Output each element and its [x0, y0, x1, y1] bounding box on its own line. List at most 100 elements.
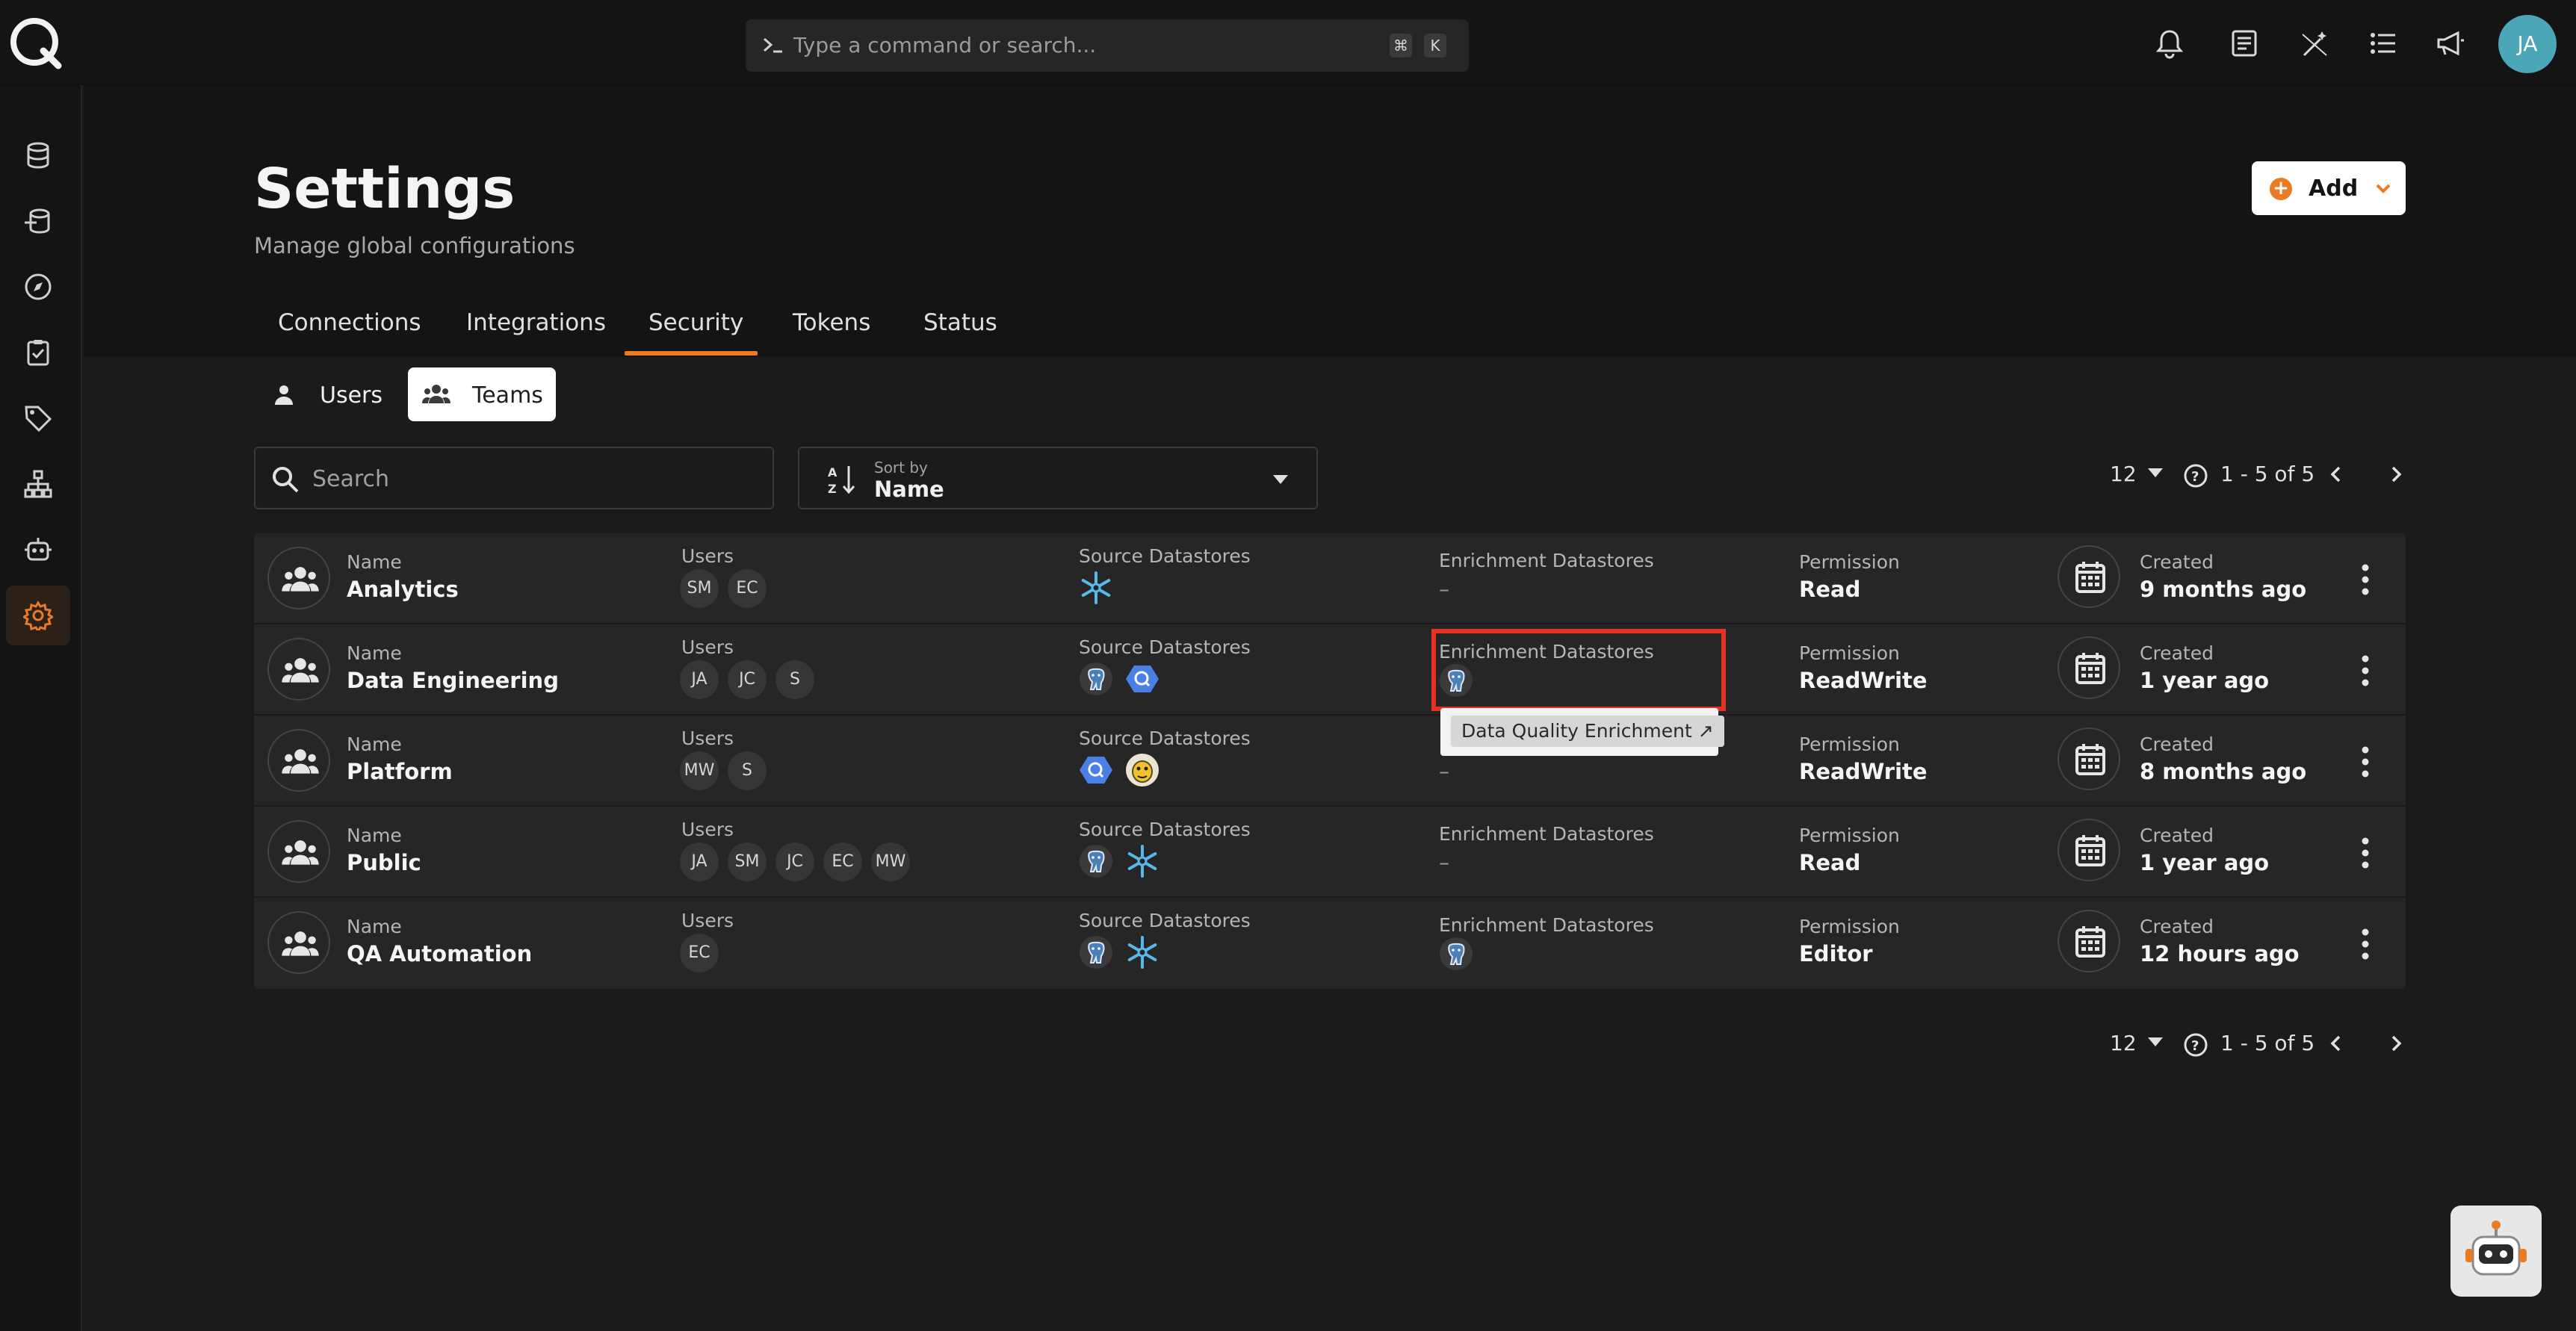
chevron-left-icon[interactable] [2325, 1032, 2347, 1055]
postgres-icon[interactable] [1079, 662, 1113, 696]
caret-down-icon [1273, 475, 1288, 484]
team-group-icon [267, 638, 330, 701]
team-row[interactable]: Name QA Automation Users EC Source Datastore… [254, 898, 2406, 989]
postgres-icon[interactable] [1079, 844, 1113, 878]
user-chip[interactable]: EC [728, 569, 767, 608]
team-name[interactable]: Platform [347, 759, 453, 784]
svg-text:Z: Z [828, 482, 837, 496]
svg-text:?: ? [2191, 1038, 2199, 1054]
hive-icon[interactable] [1125, 753, 1159, 787]
calendar-icon [2058, 727, 2120, 790]
calendar-icon [2058, 636, 2120, 699]
user-chip[interactable]: SM [680, 569, 719, 608]
page-size-value[interactable]: 12 [2110, 462, 2137, 486]
enrichment-datastores-label: Enrichment Datastores [1439, 823, 1654, 845]
user-chip[interactable]: S [775, 660, 814, 699]
snowflake-icon[interactable] [1079, 571, 1113, 605]
bigquery-icon[interactable] [1125, 662, 1159, 696]
user-chip[interactable]: JA [680, 660, 719, 699]
terminal-prompt-icon [764, 37, 782, 53]
team-row[interactable]: Name Public Users JA SM JC EC MW Source Datastor… [254, 807, 2406, 898]
sidebar-item-datastores[interactable] [6, 125, 70, 185]
more-options-icon[interactable] [2358, 563, 2373, 596]
user-chip[interactable]: JA [680, 843, 719, 881]
tab-status[interactable]: Status [923, 309, 997, 336]
chevron-right-icon[interactable] [2385, 1032, 2407, 1055]
user-chip[interactable]: EC [680, 934, 719, 972]
plus-icon: + [2270, 178, 2292, 200]
highlight-box [1431, 629, 1726, 711]
team-name[interactable]: Data Engineering [347, 668, 559, 693]
sidebar-item-explore[interactable] [6, 257, 70, 317]
active-tab-indicator [625, 351, 758, 356]
team-name[interactable]: Public [347, 850, 421, 875]
assistant-bot-button[interactable] [2450, 1206, 2542, 1297]
sidebar-item-checks[interactable] [6, 323, 70, 382]
command-key: ⌘ [1390, 34, 1412, 58]
snowflake-icon[interactable] [1125, 844, 1159, 878]
created-label: Created [2140, 825, 2214, 846]
more-options-icon[interactable] [2358, 745, 2373, 778]
team-row[interactable]: Name Analytics Users SM EC Source Datastores E… [254, 533, 2406, 624]
more-options-icon[interactable] [2358, 654, 2373, 687]
tab-security[interactable]: Security [648, 309, 743, 336]
team-name[interactable]: QA Automation [347, 941, 532, 967]
sidebar-item-agents[interactable] [6, 520, 70, 580]
subtab-teams[interactable]: Teams [408, 367, 556, 421]
command-search-bar[interactable]: Type a command or search... ⌘ K [746, 19, 1469, 72]
page-size-value[interactable]: 12 [2110, 1031, 2137, 1055]
user-chip[interactable]: SM [728, 843, 767, 881]
user-chip[interactable]: EC [823, 843, 862, 881]
sidebar-item-tags[interactable] [6, 388, 70, 448]
list-icon[interactable] [2367, 27, 2400, 60]
sort-select[interactable]: AZ Sort by Name [798, 447, 1318, 509]
document-icon[interactable] [2228, 27, 2261, 60]
bell-icon[interactable] [2153, 27, 2186, 60]
tab-tokens[interactable]: Tokens [793, 309, 870, 336]
postgres-icon[interactable] [1079, 935, 1113, 969]
add-button-label: Add [2309, 176, 2359, 202]
chevron-down-icon [2376, 184, 2391, 193]
user-avatar[interactable]: JA [2498, 15, 2557, 73]
page-size-caret-icon[interactable] [2147, 1037, 2164, 1047]
sidebar [0, 85, 82, 1331]
team-row[interactable]: NamePlatformUsersMWSSource DatastoresEnr… [254, 716, 2406, 807]
user-chip[interactable]: S [728, 751, 767, 790]
sidebar-item-settings[interactable] [6, 586, 70, 645]
help-icon[interactable]: ? [2183, 1032, 2208, 1058]
page-range: 1 - 5 of 5 [2220, 462, 2315, 486]
tag-icon [25, 406, 52, 432]
snowflake-icon[interactable] [1125, 935, 1159, 969]
chevron-left-icon[interactable] [2325, 463, 2347, 485]
user-chip[interactable]: MW [680, 751, 719, 790]
subtab-users[interactable]: Users [260, 367, 396, 421]
tab-integrations[interactable]: Integrations [466, 309, 606, 336]
more-options-icon[interactable] [2358, 928, 2373, 961]
enrichment-datastores-label: Enrichment Datastores [1439, 914, 1654, 936]
tooltip-link[interactable]: Data Quality Enrichment ↗ [1451, 716, 1724, 747]
team-name[interactable]: Analytics [347, 577, 459, 602]
page-size-caret-icon[interactable] [2147, 468, 2164, 478]
magic-wand-icon[interactable] [2298, 27, 2331, 60]
tab-connections[interactable]: Connections [278, 309, 421, 336]
postgres-icon[interactable] [1439, 937, 1473, 971]
sidebar-item-enrichment[interactable] [6, 191, 70, 251]
add-button[interactable]: + Add [2252, 161, 2406, 215]
megaphone-icon[interactable] [2434, 27, 2467, 60]
user-chip[interactable]: MW [871, 843, 910, 881]
bigquery-icon[interactable] [1079, 753, 1113, 787]
help-icon[interactable]: ? [2183, 463, 2208, 488]
team-row[interactable]: Name Data Engineering Users JA JC S Source Dat… [254, 624, 2406, 716]
search-field[interactable]: Search [254, 447, 774, 509]
sidebar-item-hierarchy[interactable] [6, 454, 70, 514]
more-options-icon[interactable] [2358, 837, 2373, 869]
user-chip[interactable]: JC [775, 843, 814, 881]
sort-value: Name [874, 477, 944, 502]
search-placeholder: Search [312, 466, 390, 492]
chevron-right-icon[interactable] [2385, 463, 2407, 485]
user-chip[interactable]: JC [728, 660, 767, 699]
users-label: Users [681, 727, 734, 749]
logo-icon[interactable] [9, 16, 63, 70]
created-value: 9 months ago [2140, 577, 2307, 602]
clipboard-check-icon [27, 340, 49, 366]
